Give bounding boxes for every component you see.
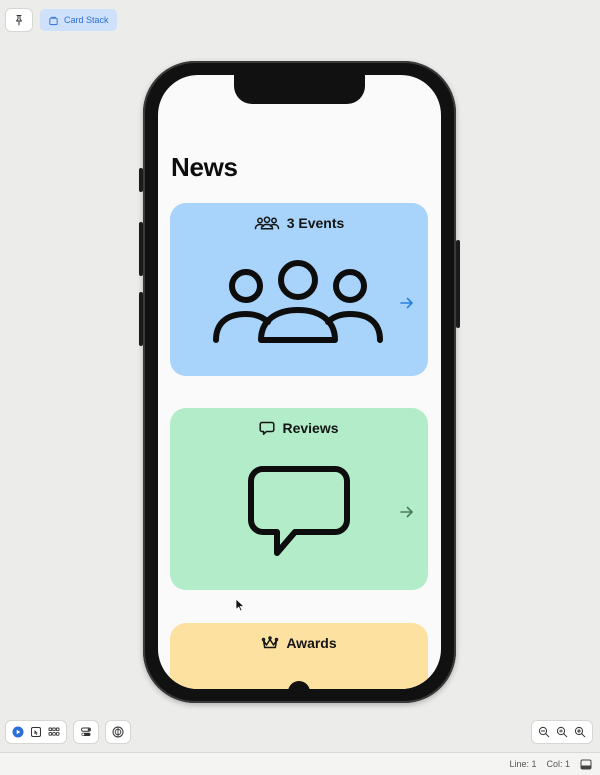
canvas-bottom-toolbar: [6, 721, 130, 743]
pin-icon: [16, 15, 22, 26]
zoom-out-icon[interactable]: [538, 726, 550, 738]
zoom-in-icon[interactable]: [574, 726, 586, 738]
notch: [234, 75, 365, 104]
preview-icon: [49, 16, 58, 25]
preview-label: Card Stack: [64, 15, 109, 25]
preview-mode-group: [6, 721, 66, 743]
page-title: News: [171, 152, 238, 182]
line-indicator: Line: 1: [509, 759, 537, 769]
power-button: [456, 240, 460, 328]
reviews-card-title: Reviews: [282, 420, 339, 436]
device-settings-group: [74, 721, 98, 743]
mouse-cursor-icon: [235, 598, 245, 612]
crown-icon: [262, 636, 279, 649]
panel-toggle-icon[interactable]: [580, 759, 592, 770]
people-large-icon: [213, 260, 383, 343]
people-icon: [254, 216, 279, 230]
silent-switch: [139, 168, 143, 192]
column-indicator: Col: 1: [546, 759, 570, 769]
events-card-title: 3 Events: [286, 215, 345, 231]
grid-icon[interactable]: [48, 726, 60, 738]
volume-down-button: [139, 292, 143, 346]
events-arrow-icon: [400, 297, 413, 309]
speech-bubble-icon: [259, 421, 276, 435]
reviews-arrow-icon: [400, 506, 413, 518]
awards-card[interactable]: Awards: [170, 623, 428, 689]
live-preview-icon[interactable]: [12, 726, 24, 738]
awards-card-title: Awards: [286, 635, 337, 651]
volume-up-button: [139, 222, 143, 276]
reviews-card-header: Reviews: [170, 420, 428, 436]
zoom-fit-icon[interactable]: [556, 726, 568, 738]
variants-group: [106, 721, 130, 743]
device-screen: News 3 Events Reviews Awards: [158, 75, 441, 689]
events-card-header: 3 Events: [170, 215, 428, 231]
events-card[interactable]: 3 Events: [170, 203, 428, 376]
zoom-controls: [532, 721, 592, 743]
device-settings-icon[interactable]: [80, 726, 92, 738]
awards-card-header: Awards: [170, 635, 428, 651]
editor-status-bar: Line: 1 Col: 1: [0, 752, 600, 775]
preview-chip[interactable]: Card Stack: [40, 9, 117, 31]
canvas-toolbar: Card Stack: [6, 9, 117, 31]
selectable-icon[interactable]: [30, 726, 42, 738]
pin-button[interactable]: [6, 9, 32, 31]
color-scheme-icon[interactable]: [112, 726, 124, 738]
reviews-card[interactable]: Reviews: [170, 408, 428, 590]
zoom-group: [532, 721, 592, 743]
speech-bubble-large-icon: [248, 466, 350, 556]
